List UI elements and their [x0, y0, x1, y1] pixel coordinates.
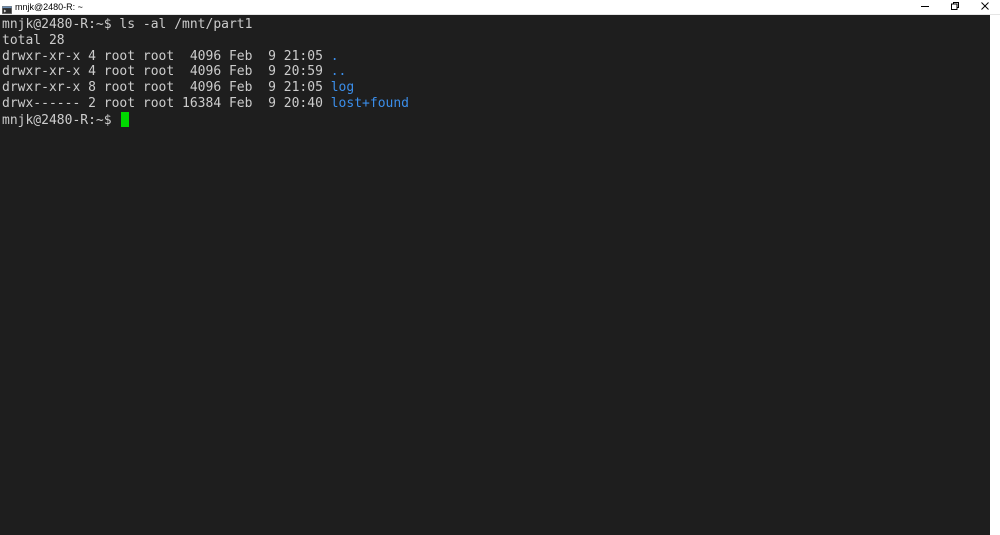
entry-info: drwxr-xr-x 4 root root 4096 Feb 9 21:05	[2, 49, 331, 64]
entry-info: drwx------ 2 root root 16384 Feb 9 20:40	[2, 96, 331, 111]
text-cursor	[120, 112, 129, 127]
minimize-icon	[920, 0, 930, 16]
listing-row: drwx------ 2 root root 16384 Feb 9 20:40…	[2, 96, 409, 112]
restore-button[interactable]	[940, 0, 970, 14]
terminal-output[interactable]: mnjk@2480-R:~$ ls -al /mnt/part1 total 2…	[0, 15, 990, 535]
close-icon	[980, 0, 990, 16]
total-line: total 28	[2, 33, 65, 48]
entry-info: drwxr-xr-x 8 root root 4096 Feb 9 21:05	[2, 80, 331, 95]
prompt: mnjk@2480-R:~$	[2, 113, 112, 128]
command-line: mnjk@2480-R:~$ ls -al /mnt/part1	[2, 17, 252, 33]
restore-icon	[950, 0, 960, 16]
prompt: mnjk@2480-R:~$	[2, 17, 120, 32]
entry-name: log	[330, 80, 355, 95]
listing-row: drwxr-xr-x 4 root root 4096 Feb 9 20:59 …	[2, 64, 346, 80]
entry-name: ..	[330, 64, 347, 79]
command-text: ls -al /mnt/part1	[119, 17, 253, 32]
scrollbar[interactable]	[990, 15, 1000, 535]
entry-name: lost+found	[330, 96, 410, 111]
window-title: mnjk@2480-R: ~	[15, 2, 83, 12]
title-bar[interactable]: mnjk@2480-R: ~	[0, 0, 1000, 15]
entry-info: drwxr-xr-x 4 root root 4096 Feb 9 20:59	[2, 64, 331, 79]
close-button[interactable]	[970, 0, 1000, 14]
listing-row: drwxr-xr-x 8 root root 4096 Feb 9 21:05 …	[2, 80, 354, 96]
minimize-button[interactable]	[910, 0, 940, 14]
listing-row: drwxr-xr-x 4 root root 4096 Feb 9 21:05 …	[2, 49, 339, 65]
terminal-window: mnjk@2480-R: ~ mnjk@2480-R:~$ ls -al /mn…	[0, 0, 1000, 535]
entry-name: .	[330, 49, 339, 64]
terminal-icon	[2, 2, 12, 14]
active-prompt-line[interactable]: mnjk@2480-R:~$	[2, 112, 129, 128]
